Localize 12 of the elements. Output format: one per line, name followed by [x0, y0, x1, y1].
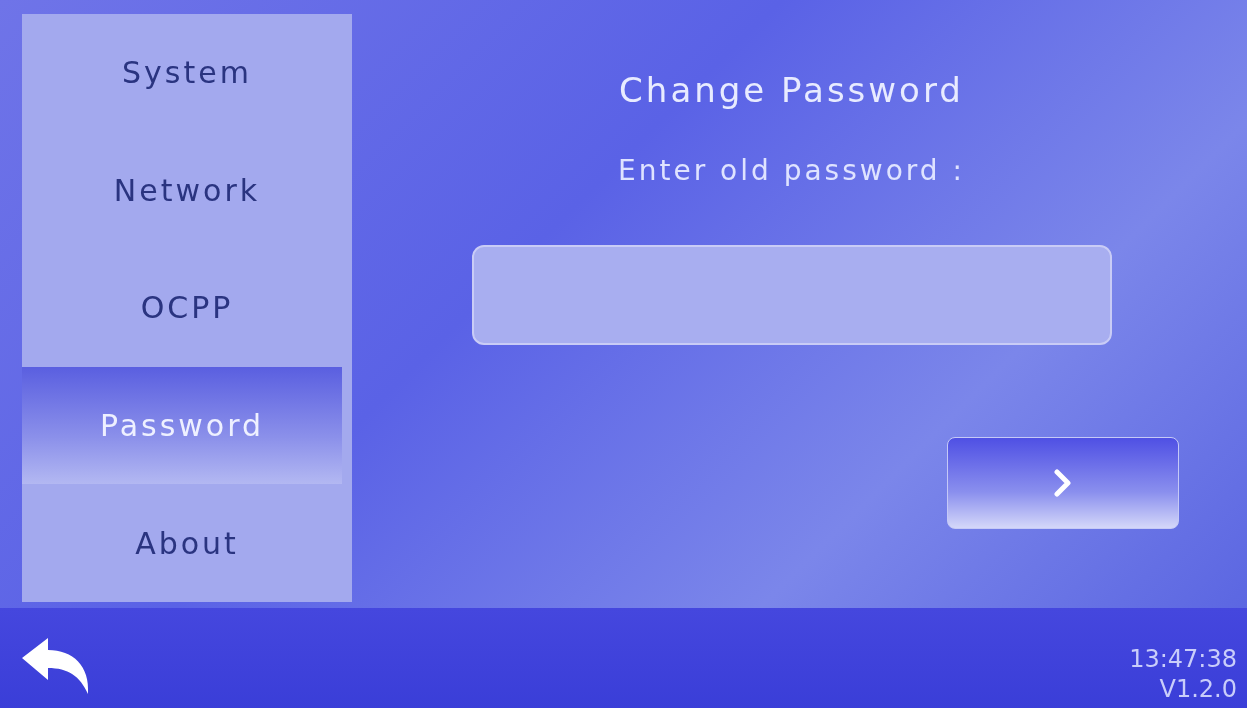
next-button[interactable]	[947, 437, 1179, 529]
chevron-right-icon	[1054, 469, 1072, 497]
page-title: Change Password	[619, 70, 964, 110]
sidebar-item[interactable]: About	[22, 484, 352, 602]
password-field[interactable]	[471, 245, 1112, 345]
version-label: V1.2.0	[1159, 674, 1237, 704]
sidebar-item[interactable]: Password	[22, 366, 342, 485]
sidebar-item[interactable]: System	[22, 14, 352, 132]
sidebar-item[interactable]: OCPP	[22, 249, 352, 367]
clock-time: 13:47:38	[1129, 644, 1237, 674]
prompt-text: Enter old password :	[618, 154, 965, 187]
sidebar-item[interactable]: Network	[22, 131, 352, 250]
